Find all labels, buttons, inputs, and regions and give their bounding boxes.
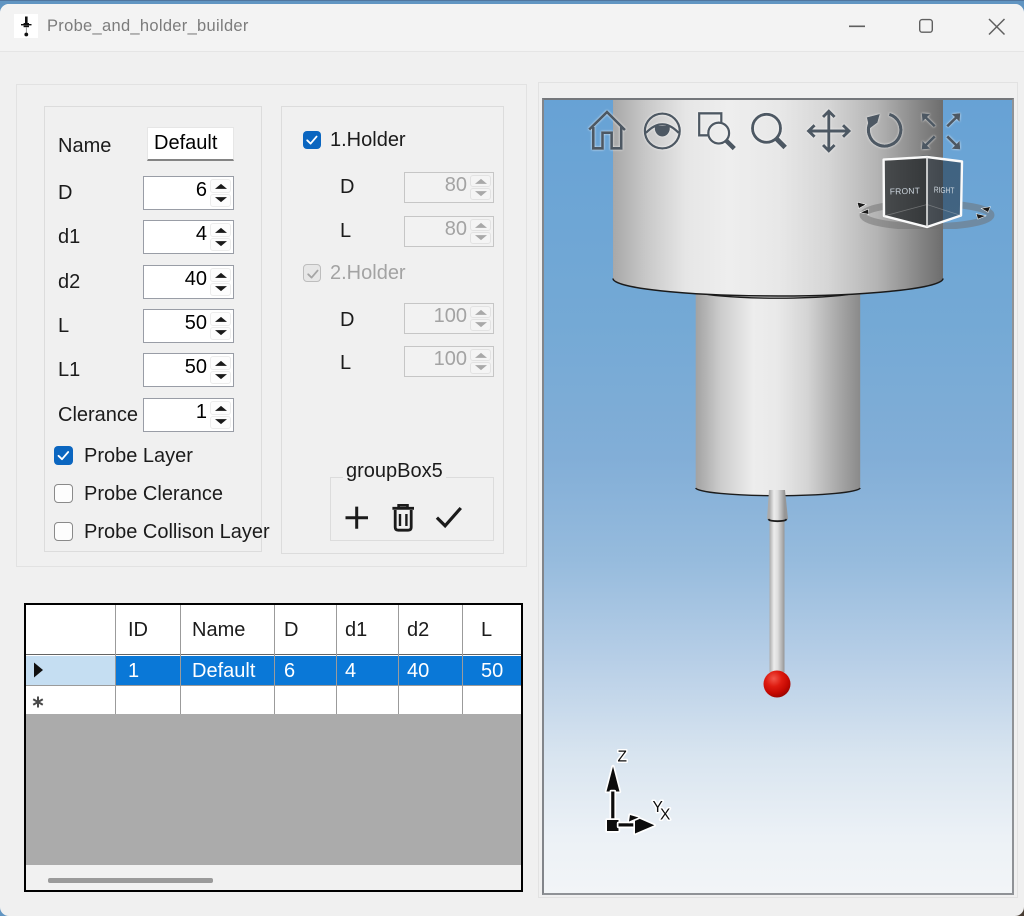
svg-text:Z: Z: [618, 749, 627, 766]
svg-text:X: X: [660, 807, 671, 824]
svg-text:FRONT: FRONT: [890, 185, 921, 196]
svg-text:RIGHT: RIGHT: [934, 185, 955, 196]
